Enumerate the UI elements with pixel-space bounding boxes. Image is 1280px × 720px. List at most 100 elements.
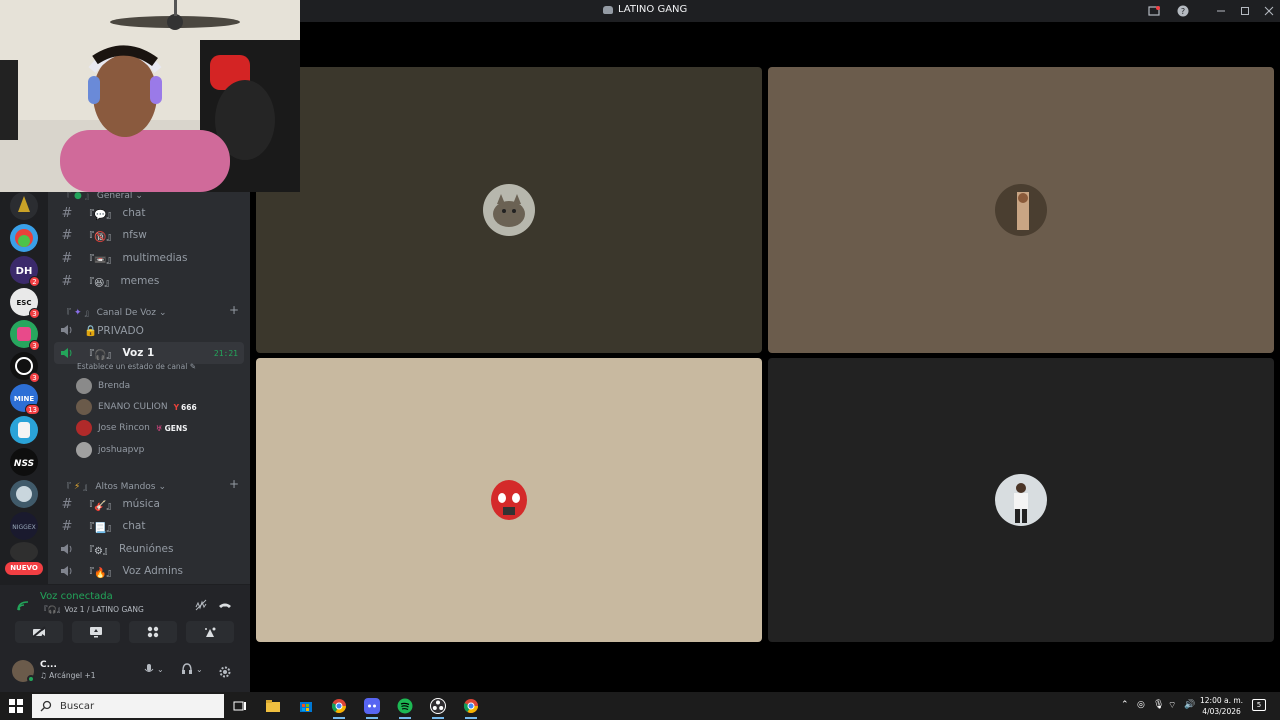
hash-icon: # [61,518,73,534]
server-icon[interactable] [10,192,38,220]
channel-sidebar: 『●』 General ⌄ # 『💬』 chat # 『🔞』 nfsw # 『📼… [48,192,250,584]
server-icon[interactable]: ESC 3 [10,288,40,319]
signal-icon[interactable] [16,597,30,616]
participant-avatar [483,474,535,526]
chevron-up-icon[interactable]: ⌃ [1121,700,1129,710]
category-general[interactable]: 『●』 General ⌄ [62,192,143,202]
user-name: joshuapvp [98,445,145,455]
avatar [76,442,92,458]
wifi-icon[interactable]: ⌔ [1168,700,1176,711]
avatar[interactable] [12,660,35,683]
voice-user[interactable]: ENANO CULION Y 666 [76,398,197,416]
server-icon[interactable]: DH 2 [10,256,40,287]
voice-user[interactable]: Jose Rincon ♅ GENS [76,419,188,437]
noise-suppression-icon[interactable] [194,596,208,615]
help-icon[interactable]: ? [1176,4,1190,18]
webcam-overlay [0,0,300,192]
microphone-icon[interactable]: 🎙 [1153,700,1164,710]
obs-button[interactable] [429,697,447,719]
channel-voz1[interactable]: 『🎧』 Voz 1 21:21 [54,342,244,364]
chevron-down-icon: ⌄ [157,664,164,674]
task-view-icon [233,701,246,711]
window-title: LATINO GANG [603,4,687,15]
channel-voz-admins[interactable]: 『🔥』 Voz Admins [54,561,244,581]
notification-center-icon[interactable]: 5 [1252,699,1266,711]
video-tile[interactable] [768,358,1274,642]
channel-chat[interactable]: # 『💬』 chat [54,203,244,223]
user-activity: ♫ Arcángel +1 [40,671,96,680]
search-icon [40,700,52,712]
taskbar-clock[interactable]: 12:00 a. m. 4/03/2026 [1200,695,1243,717]
volume-icon[interactable]: 🔊 [1184,700,1195,710]
pencil-icon: ✎ [189,362,197,371]
participant-avatar [995,184,1047,236]
username[interactable]: C... [40,660,57,670]
channel-nfsw[interactable]: # 『🔞』 nfsw [54,225,244,245]
server-icon[interactable]: MINE 13 [10,384,40,415]
voice-location-label[interactable]: 『🎧』Voz 1 / LATINO GANG [40,604,144,615]
category-altos[interactable]: 『⚡』 Altos Mandos ⌄ + [62,477,239,493]
server-icon[interactable]: NSS [10,448,38,476]
window-title-text: LATINO GANG [618,4,688,15]
channel-multimedias[interactable]: # 『📼』 multimedias [54,248,244,268]
voice-user[interactable]: joshuapvp [76,441,144,459]
channel-emoji: 『😆』 [84,277,115,289]
camera-button[interactable] [15,621,63,643]
video-tile[interactable] [256,67,762,353]
voice-user[interactable]: Brenda [76,377,130,395]
server-icon[interactable]: NIGGEX [10,512,38,540]
maximize-icon[interactable] [1238,4,1252,18]
new-badge[interactable]: NUEVO [5,562,43,575]
chevron-down-icon: ⌄ [158,481,167,492]
minimize-icon[interactable] [1214,4,1228,18]
user-tag: ♅ GENS [155,423,188,433]
chevron-down-icon: ⌄ [158,307,167,318]
chrome-profile-button[interactable] [462,697,480,719]
server-icon[interactable] [10,542,38,562]
disconnect-icon[interactable] [218,596,232,615]
network-icon[interactable]: ◎ [1137,700,1145,710]
task-view-button[interactable] [231,697,249,715]
channel-memes[interactable]: # 『😆』 memes [54,271,244,291]
channel-name: nfsw [122,229,147,241]
store-button[interactable] [297,697,315,715]
channel-status[interactable]: Establece un estado de canal ✎ [77,362,196,371]
close-icon[interactable] [1262,4,1276,18]
mic-button[interactable]: ⌄ [144,663,164,675]
channel-privado[interactable]: 🔒PRIVADO [54,320,244,340]
soundboard-button[interactable] [186,621,234,643]
headphones-button[interactable]: ⌄ [181,663,203,675]
activities-button[interactable] [129,621,177,643]
obs-icon [430,698,446,714]
server-icon[interactable] [10,224,38,252]
settings-button[interactable] [219,663,231,682]
start-button[interactable] [7,697,25,715]
screen-share-button[interactable] [72,621,120,643]
spotify-button[interactable] [396,697,414,719]
discord-button[interactable] [363,697,381,719]
video-tile[interactable] [768,67,1274,353]
add-channel-icon[interactable]: + [229,303,239,317]
channel-chat-altos[interactable]: # 『📃』 chat [54,516,244,536]
microphone-icon [144,664,154,672]
voice-status-label[interactable]: Voz conectada [40,591,113,602]
chrome-button[interactable] [330,697,348,719]
server-icon[interactable] [10,416,38,444]
hash-icon: # [61,205,73,221]
avatar [76,378,92,394]
category-voice[interactable]: 『✦』 Canal De Voz ⌄ + [62,303,239,319]
server-icon[interactable]: 3 [10,320,40,351]
inbox-icon[interactable] [1147,4,1161,18]
channel-musica[interactable]: # 『🎸』 música [54,494,244,514]
channel-emoji: 『🎧』 [84,349,117,361]
channel-reuniones[interactable]: 『⚙』 Reuniónes [54,539,244,559]
server-icon[interactable]: 3 [10,352,40,383]
taskbar-search[interactable]: Buscar [32,694,224,718]
file-explorer-button[interactable] [264,697,282,715]
participant-avatar [483,184,535,236]
speaker-icon [58,324,76,336]
server-icon[interactable] [10,480,38,508]
tag-icon: Y [173,402,180,412]
add-channel-icon[interactable]: + [229,477,239,491]
video-tile[interactable] [256,358,762,642]
